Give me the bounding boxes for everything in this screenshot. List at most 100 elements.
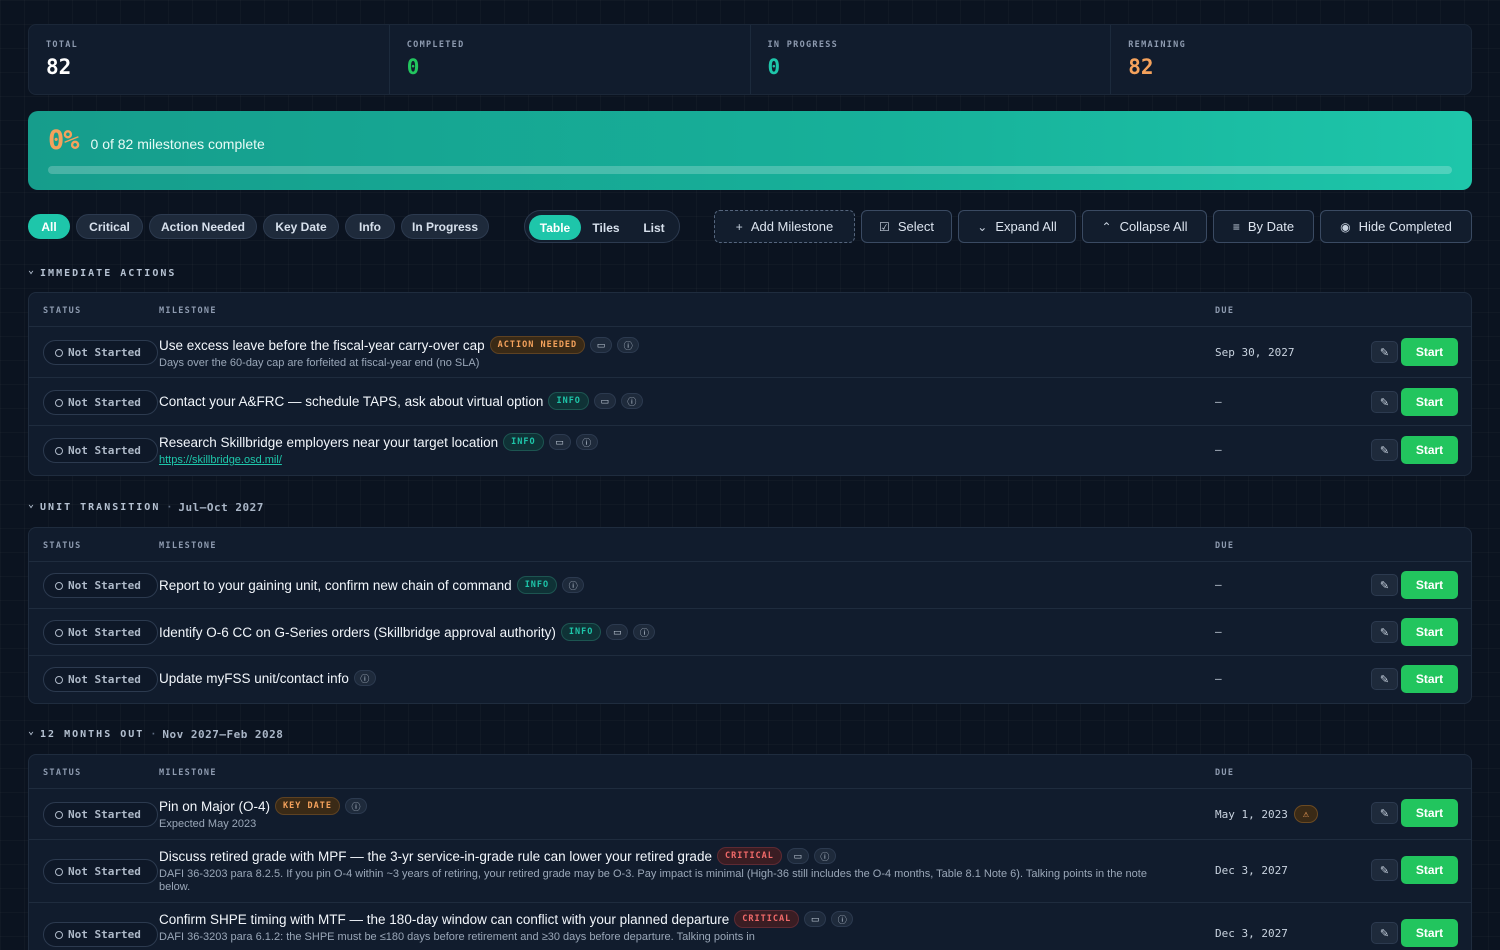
edit-button[interactable]: ✎	[1371, 391, 1398, 413]
status-pill[interactable]: Not Started	[43, 340, 158, 365]
stat-remaining-label: REMAINING	[1128, 40, 1187, 50]
info-icon[interactable]: ⓘ	[620, 393, 643, 409]
milestone-description: DAFI 36-3203 para 6.1.2: the SHPE must b…	[159, 931, 755, 943]
collapse-all-button[interactable]: ⌃ Collapse All	[1082, 210, 1207, 243]
start-button[interactable]: Start	[1401, 799, 1458, 827]
select-button[interactable]: ☑ Select	[861, 210, 952, 243]
start-button[interactable]: Start	[1401, 665, 1458, 693]
edit-button[interactable]: ✎	[1371, 574, 1398, 596]
sort-by-date-button[interactable]: ≡ By Date	[1213, 210, 1314, 243]
info-icon[interactable]: ⓘ	[353, 670, 376, 686]
status-pill[interactable]: Not Started	[43, 390, 158, 415]
filter-critical[interactable]: Critical	[76, 214, 143, 239]
book-icon[interactable]: ▭	[606, 624, 629, 640]
chevron-down-icon[interactable]: ⌄	[28, 265, 34, 276]
book-icon[interactable]: ▭	[786, 848, 809, 864]
table-row: Not Started Pin on Major (O-4) KEY DATE ⓘ Ex…	[29, 789, 1471, 840]
status-pill[interactable]: Not Started	[43, 802, 158, 827]
edit-button[interactable]: ✎	[1371, 922, 1398, 944]
view-list[interactable]: List	[631, 215, 677, 240]
status-pill[interactable]: Not Started	[43, 667, 158, 692]
column-milestone: MILESTONE	[159, 306, 217, 316]
edit-button[interactable]: ✎	[1371, 341, 1398, 363]
status-pill[interactable]: Not Started	[43, 859, 158, 884]
filter-key-date[interactable]: Key Date	[263, 214, 339, 239]
edit-button[interactable]: ✎	[1371, 439, 1398, 461]
book-icon[interactable]: ▭	[593, 393, 616, 409]
due-date: –	[1215, 395, 1222, 408]
edit-button[interactable]: ✎	[1371, 859, 1398, 881]
info-icon[interactable]: ⓘ	[345, 798, 367, 814]
section-header[interactable]: ⌄ 12 MONTHS OUT · Nov 2027–Feb 2028	[28, 726, 283, 741]
status-label: Not Started	[68, 626, 141, 639]
circle-icon	[55, 810, 63, 819]
view-tiles[interactable]: Tiles	[583, 215, 629, 240]
info-icon[interactable]: ⓘ	[617, 337, 640, 353]
book-icon[interactable]: ▭	[804, 911, 827, 927]
stat-in-progress-value: 0	[767, 55, 781, 79]
status-label: Not Started	[68, 346, 141, 359]
chevron-down-icon[interactable]: ⌄	[28, 499, 34, 510]
start-button[interactable]: Start	[1401, 436, 1458, 464]
due-date: –	[1215, 578, 1222, 591]
status-pill[interactable]: Not Started	[43, 620, 158, 645]
start-button[interactable]: Start	[1401, 919, 1458, 947]
sort-icon: ≡	[1232, 219, 1240, 234]
filter-all[interactable]: All	[28, 214, 70, 239]
start-button[interactable]: Start	[1401, 338, 1458, 366]
info-icon[interactable]: ⓘ	[575, 434, 598, 450]
info-icon[interactable]: ⓘ	[813, 848, 836, 864]
edit-button[interactable]: ✎	[1371, 668, 1398, 690]
table-row: Not Started Contact your A&FRC — schedule…	[29, 378, 1471, 426]
chevron-down-icon[interactable]: ⌄	[28, 726, 34, 737]
section-header[interactable]: ⌄ IMMEDIATE ACTIONS	[28, 265, 176, 280]
milestone-title-line: Pin on Major (O-4) KEY DATE ⓘ	[159, 797, 1171, 815]
pencil-icon: ✎	[1379, 626, 1390, 639]
start-button[interactable]: Start	[1401, 571, 1458, 599]
status-label: Not Started	[68, 396, 141, 409]
edit-button[interactable]: ✎	[1371, 621, 1398, 643]
milestone-title-line: Use excess leave before the fiscal-year …	[159, 336, 1171, 354]
book-icon[interactable]: ▭	[590, 337, 613, 353]
milestone-cell: Identify O-6 CC on G-Series orders (Skil…	[159, 623, 1171, 641]
hide-completed-button[interactable]: ◉ Hide Completed	[1320, 210, 1472, 243]
info-icon[interactable]: ⓘ	[633, 624, 656, 640]
info-icon[interactable]: ⓘ	[831, 911, 854, 927]
milestone-title-line: Update myFSS unit/contact info ⓘ	[159, 670, 1171, 686]
filter-in-progress[interactable]: In Progress	[401, 214, 489, 239]
start-button[interactable]: Start	[1401, 856, 1458, 884]
progress-track	[48, 166, 1452, 174]
table-row: Not Started Use excess leave before the f…	[29, 327, 1471, 378]
expand-all-button[interactable]: ⌄ Expand All	[958, 210, 1076, 243]
column-milestone: MILESTONE	[159, 541, 217, 551]
milestone-tag-badge: INFO	[548, 392, 589, 410]
status-pill[interactable]: Not Started	[43, 922, 158, 947]
start-button[interactable]: Start	[1401, 388, 1458, 416]
status-label: Not Started	[68, 673, 141, 686]
filter-info[interactable]: Info	[345, 214, 395, 239]
milestone-cell: Contact your A&FRC — schedule TAPS, ask …	[159, 392, 1171, 410]
pencil-icon: ✎	[1379, 927, 1390, 940]
stat-completed: COMPLETED 0	[390, 25, 751, 94]
separator-dot: ·	[150, 728, 157, 740]
milestone-cell: Research Skillbridge employers near your…	[159, 433, 1171, 466]
edit-button[interactable]: ✎	[1371, 802, 1398, 824]
view-table[interactable]: Table	[529, 215, 581, 240]
column-due: DUE	[1215, 541, 1235, 551]
milestone-link[interactable]: https://skillbridge.osd.mil/	[159, 454, 1171, 466]
info-icon[interactable]: ⓘ	[562, 577, 585, 593]
due-date: Dec 3, 2027	[1215, 864, 1288, 877]
start-button[interactable]: Start	[1401, 618, 1458, 646]
status-label: Not Started	[68, 808, 141, 821]
book-icon[interactable]: ▭	[548, 434, 571, 450]
status-pill[interactable]: Not Started	[43, 438, 158, 463]
stat-remaining-value: 82	[1128, 55, 1154, 79]
status-pill[interactable]: Not Started	[43, 573, 158, 598]
filter-action-needed[interactable]: Action Needed	[149, 214, 257, 239]
pencil-icon: ✎	[1379, 579, 1390, 592]
milestone-title: Pin on Major (O-4)	[159, 798, 271, 814]
milestone-title-line: Discuss retired grade with MPF — the 3-y…	[159, 847, 1171, 865]
milestone-tag-badge: CRITICAL	[734, 910, 800, 928]
add-milestone-button[interactable]: + Add Milestone	[714, 210, 855, 243]
section-header[interactable]: ⌄ UNIT TRANSITION · Jul–Oct 2027	[28, 499, 264, 514]
